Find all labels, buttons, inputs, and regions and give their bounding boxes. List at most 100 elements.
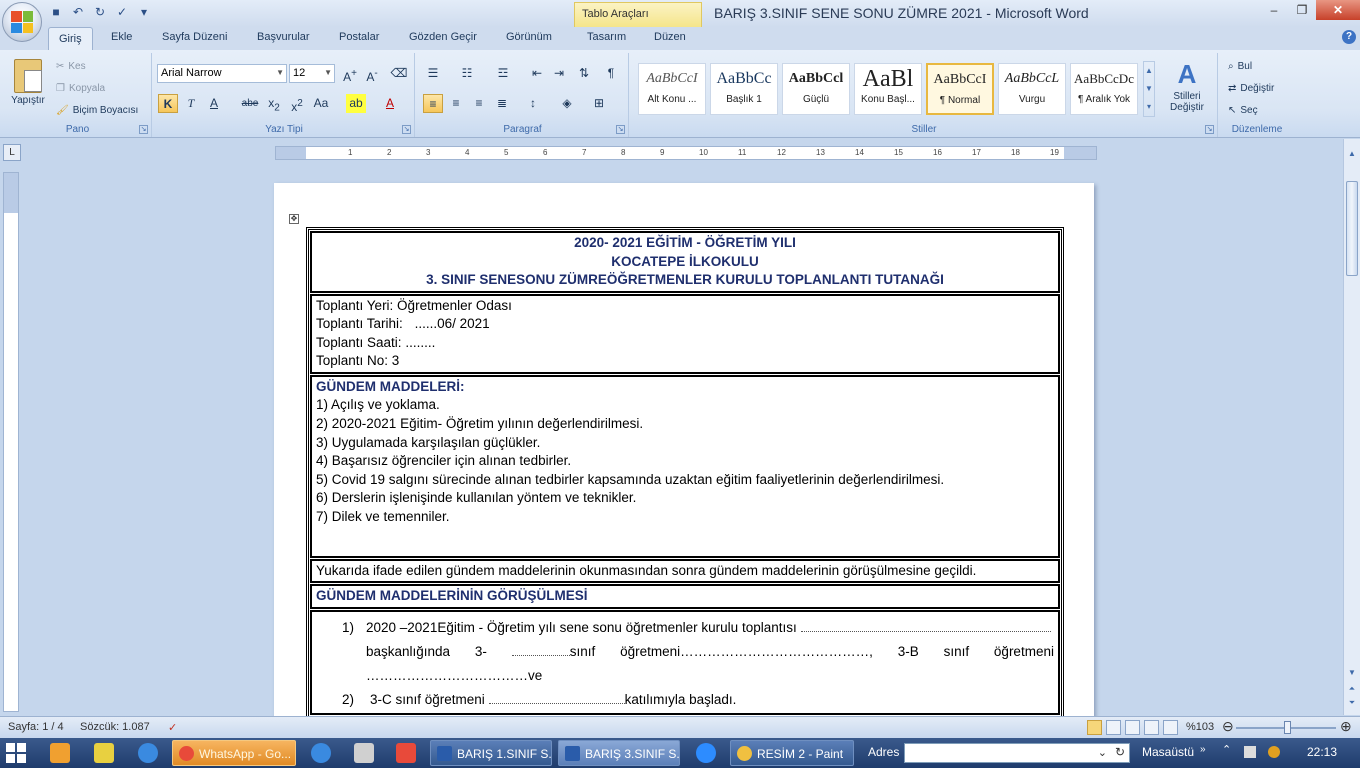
restore-icon[interactable]: ❐ — [1288, 0, 1316, 20]
align-center-icon[interactable]: ≡ — [446, 94, 466, 113]
paragraph-launcher-icon[interactable]: ↘ — [616, 125, 625, 134]
zoom-level[interactable]: %103 — [1186, 721, 1214, 733]
sort-icon[interactable]: ⇅ — [574, 64, 594, 83]
draft-view-icon[interactable] — [1163, 720, 1178, 735]
tab-layout[interactable]: Düzen — [654, 31, 686, 43]
vertical-ruler[interactable] — [3, 172, 19, 712]
media-player-icon[interactable] — [50, 743, 70, 763]
style-normal[interactable]: AaBbCcI ¶ Normal — [926, 63, 994, 115]
network-icon[interactable] — [1244, 746, 1256, 758]
numbering-icon[interactable]: ☷ — [457, 64, 477, 83]
customize-qat-icon[interactable]: ▾ — [136, 4, 152, 20]
security-icon[interactable] — [1268, 746, 1280, 758]
align-right-icon[interactable]: ≡ — [469, 94, 489, 113]
clipboard-launcher-icon[interactable]: ↘ — [139, 125, 148, 134]
minimize-icon[interactable]: – — [1260, 0, 1288, 20]
styles-scroll[interactable]: ▲ ▼ ▾ — [1143, 61, 1155, 117]
clear-format-icon[interactable]: ⌫ — [389, 64, 409, 83]
full-screen-view-icon[interactable] — [1106, 720, 1121, 735]
change-case-icon[interactable]: Aa — [311, 94, 331, 113]
tab-selector[interactable]: L — [3, 144, 21, 161]
tab-insert[interactable]: Ekle — [111, 31, 132, 43]
outline-view-icon[interactable] — [1144, 720, 1159, 735]
meeting-info-cell[interactable]: Toplantı Yeri: Öğretmenler Odası Toplant… — [310, 293, 1060, 374]
next-page-icon[interactable]: ⏷ — [1345, 696, 1359, 710]
print-layout-view-icon[interactable] — [1087, 720, 1102, 735]
tab-references[interactable]: Başvurular — [257, 31, 310, 43]
redo-icon[interactable]: ↻ — [92, 4, 108, 20]
refresh-icon[interactable]: ↻ — [1115, 745, 1125, 759]
paste-button[interactable]: Yapıştır — [8, 59, 48, 106]
address-input[interactable]: ⌄ ↻ — [904, 743, 1130, 763]
font-color-icon[interactable]: A — [380, 94, 400, 113]
superscript-icon[interactable]: x2 — [287, 94, 307, 114]
prev-page-icon[interactable]: ⏶ — [1345, 682, 1359, 696]
borders-icon[interactable]: ⊞ — [589, 94, 609, 113]
document-page[interactable]: ✥ 2020- 2021 EĞİTİM - ÖĞRETİM YILI KOCAT… — [274, 183, 1094, 723]
increase-indent-icon[interactable]: ⇥ — [549, 64, 569, 83]
font-size-combo[interactable]: 12 ▼ — [289, 64, 335, 83]
save-icon[interactable]: ■ — [48, 4, 64, 20]
office-app-icon[interactable] — [396, 743, 416, 763]
italic-icon[interactable]: T — [181, 94, 201, 113]
app-quicklaunch-icon[interactable] — [94, 743, 114, 763]
close-icon[interactable]: ✕ — [1316, 0, 1360, 20]
highlight-icon[interactable]: ab — [346, 94, 366, 113]
clock[interactable]: 22:13 — [1307, 745, 1337, 759]
calculator-icon[interactable] — [354, 743, 374, 763]
zoom-slider-thumb[interactable] — [1284, 721, 1291, 734]
bold-icon[interactable]: K — [158, 94, 178, 113]
arrow-up-icon[interactable]: ⌃ — [1222, 743, 1234, 756]
discussion-cell[interactable]: 1) 2020 –2021Eğitim - Öğretim yılı sene … — [310, 610, 1060, 716]
table-move-handle-icon[interactable]: ✥ — [289, 214, 299, 224]
shading-icon[interactable]: ◈ — [557, 94, 577, 113]
styles-launcher-icon[interactable]: ↘ — [1205, 125, 1214, 134]
tab-mailings[interactable]: Postalar — [339, 31, 379, 43]
tab-design[interactable]: Tasarım — [587, 31, 626, 43]
tray-expand-icon[interactable]: » — [1200, 744, 1212, 756]
taskbar-paint[interactable]: RESİM 2 - Paint — [730, 740, 854, 766]
start-icon[interactable] — [6, 743, 26, 763]
strikethrough-icon[interactable]: abe — [240, 94, 260, 113]
style-heading1[interactable]: AaBbCc Başlık 1 — [710, 63, 778, 115]
word-count[interactable]: Sözcük: 1.087 — [80, 721, 150, 733]
discussion-title-cell[interactable]: GÜNDEM MADDELERİNİN GÖRÜŞÜLMESİ — [310, 584, 1060, 610]
ie-icon[interactable] — [138, 743, 158, 763]
scroll-down-icon[interactable]: ▼ — [1345, 666, 1359, 680]
header-cell[interactable]: 2020- 2021 EĞİTİM - ÖĞRETİM YILI KOCATEP… — [310, 231, 1060, 293]
tab-home[interactable]: Giriş — [48, 27, 93, 51]
agenda-cell[interactable]: GÜNDEM MADDELERİ: 1) Açılış ve yoklama. … — [310, 374, 1060, 558]
style-title[interactable]: AaBl Konu Başl... — [854, 63, 922, 115]
find-button[interactable]: ⌕ Bul — [1228, 61, 1252, 72]
grow-font-icon[interactable]: A+ — [340, 64, 360, 84]
web-layout-view-icon[interactable] — [1125, 720, 1140, 735]
subscript-icon[interactable]: x2 — [264, 94, 284, 113]
zoom-out-icon[interactable]: ⊖ — [1222, 718, 1234, 735]
style-strong[interactable]: AaBbCcl Güçlü — [782, 63, 850, 115]
desktop-toolbar[interactable]: Masaüstü — [1142, 745, 1194, 759]
ie-icon-2[interactable] — [311, 743, 331, 763]
align-left-icon[interactable]: ≡ — [423, 94, 443, 113]
change-styles-button[interactable]: A Stilleri Değiştir — [1159, 59, 1215, 113]
scroll-up-icon[interactable]: ▲ — [1345, 147, 1359, 161]
font-launcher-icon[interactable]: ↘ — [402, 125, 411, 134]
shrink-font-icon[interactable]: A- — [362, 64, 382, 84]
horizontal-ruler[interactable]: 1 2 3 4 5 6 7 8 9 10 11 12 13 14 15 16 17 18 19 — [275, 146, 1097, 160]
format-painter-button[interactable]: 🖌 Biçim Boyacısı — [56, 105, 138, 116]
page-indicator[interactable]: Sayfa: 1 / 4 — [8, 721, 64, 733]
cut-button[interactable]: ✂ Kes — [56, 61, 86, 72]
copy-button[interactable]: ❐ Kopyala — [56, 83, 105, 94]
transition-cell[interactable]: Yukarıda ifade edilen gündem maddelerini… — [310, 558, 1060, 584]
spellcheck-icon[interactable]: ✓ — [114, 4, 130, 20]
decrease-indent-icon[interactable]: ⇤ — [527, 64, 547, 83]
undo-icon[interactable]: ↶ — [70, 4, 86, 20]
underline-icon[interactable]: A — [204, 94, 224, 113]
document-table[interactable]: 2020- 2021 EĞİTİM - ÖĞRETİM YILI KOCATEP… — [306, 227, 1064, 720]
font-name-combo[interactable]: Arial Narrow ▼ — [157, 64, 287, 83]
office-button[interactable] — [2, 2, 42, 42]
zoom-app-icon[interactable] — [696, 743, 716, 763]
replace-button[interactable]: ⇄ Değiştir — [1228, 83, 1274, 94]
taskbar-baris-1[interactable]: BARIŞ 1.SINIF S... — [430, 740, 552, 766]
tab-review[interactable]: Gözden Geçir — [409, 31, 477, 43]
taskbar-whatsapp[interactable]: WhatsApp - Go... — [172, 740, 296, 766]
